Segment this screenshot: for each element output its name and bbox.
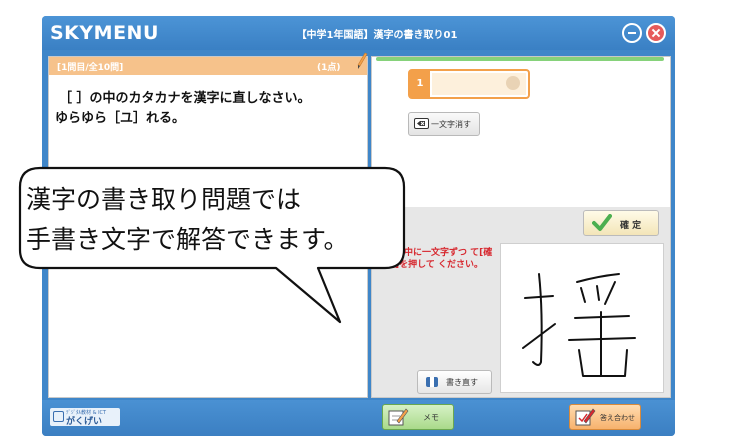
confirm-label: 確 定: [620, 221, 642, 231]
brand-logo: ﾃﾞｼﾞﾀﾙ教材 & ICT がくげい: [50, 408, 120, 427]
pencil-icon: [357, 52, 368, 69]
bubble-line-1: 漢字の書き取り問題では: [26, 185, 302, 214]
checkmark-icon: [592, 214, 612, 231]
memo-pencil-icon: [388, 408, 409, 426]
minimize-icon[interactable]: [622, 23, 642, 43]
question-number: [1問目/全10問]: [57, 63, 124, 73]
eraser-icon: [426, 377, 438, 387]
slot-clear-icon[interactable]: [506, 76, 520, 90]
handwriting-canvas[interactable]: [500, 243, 664, 393]
delete-character-button[interactable]: 一文字消す: [408, 112, 480, 136]
delete-character-label: 一文字消す: [431, 120, 471, 129]
bottom-toolbar: ﾃﾞｼﾞﾀﾙ教材 & ICT がくげい メモ 答え合わせ: [42, 400, 675, 436]
backspace-icon: [414, 118, 429, 129]
handwritten-character: [522, 273, 636, 377]
answer-slot-number: 1: [410, 71, 430, 97]
answer-panel: 1 一文字消す 確 定 枠の中に一文字ずつ て[確定]を押して ください。 書き…: [371, 56, 671, 398]
memo-button[interactable]: メモ: [382, 404, 454, 430]
speech-bubble-text: 漢字の書き取り問題では 手書き文字で解答できます。: [26, 180, 406, 260]
bubble-line-2: 手書き文字で解答できます。: [26, 225, 349, 254]
brand-name: がくげい: [66, 417, 103, 427]
rewrite-label: 書き直す: [446, 378, 478, 387]
red-pen-check-icon: [575, 408, 596, 426]
question-instruction: ［ ］の中のカタカナを漢字に直しなさい。: [59, 91, 311, 106]
brand-icon: [53, 411, 64, 422]
progress-bar: [376, 57, 664, 61]
confirm-button[interactable]: 確 定: [583, 210, 659, 236]
answer-slot[interactable]: 1: [408, 69, 530, 99]
memo-label: メモ: [423, 413, 439, 422]
close-icon[interactable]: [646, 23, 666, 43]
check-answers-button[interactable]: 答え合わせ: [569, 404, 641, 430]
app-logo: SKYMENU: [50, 22, 159, 44]
question-header: [1問目/全10問] (1点): [49, 57, 367, 75]
check-answers-label: 答え合わせ: [600, 414, 635, 422]
question-sentence: ゆらゆら［ユ］れる。: [55, 111, 186, 126]
rewrite-button[interactable]: 書き直す: [417, 370, 492, 394]
question-points: (1点): [317, 63, 341, 73]
window-title: 【中学1年国語】漢字の書き取り01: [296, 30, 458, 41]
title-bar: SKYMENU 【中学1年国語】漢字の書き取り01: [42, 16, 675, 50]
